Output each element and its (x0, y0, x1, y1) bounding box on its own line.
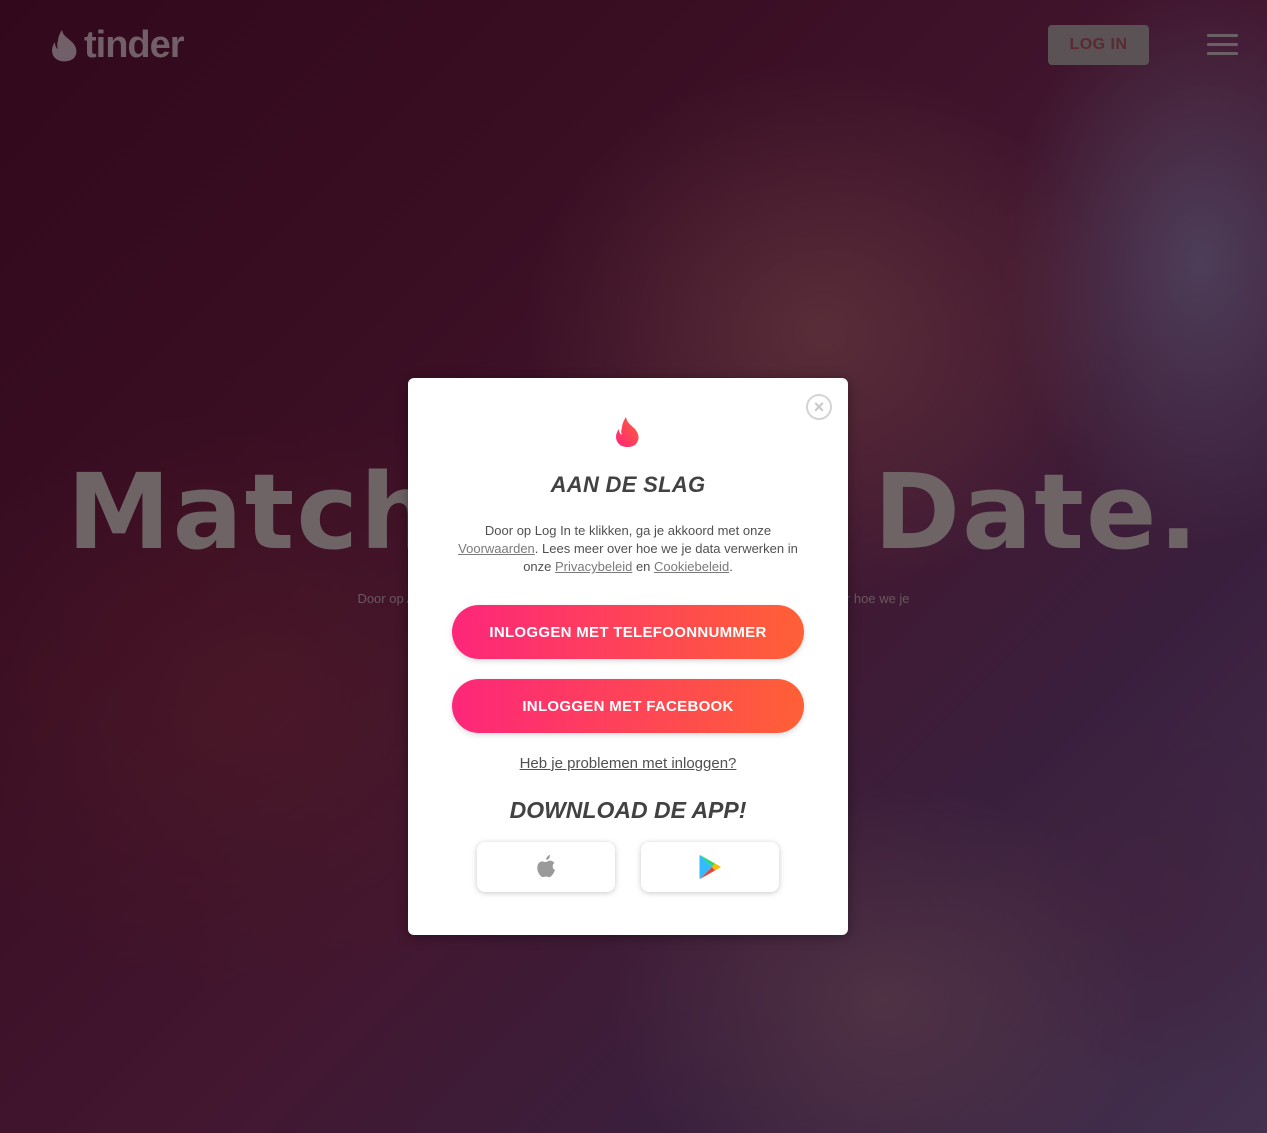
hamburger-menu-icon[interactable] (1207, 34, 1238, 56)
tinder-flame-icon (616, 417, 639, 447)
terms-link[interactable]: Voorwaarden (458, 541, 535, 556)
login-button[interactable]: LOG IN (1048, 25, 1149, 65)
privacy-link[interactable]: Privacybeleid (555, 559, 632, 574)
tinder-logo[interactable]: tinder (48, 24, 185, 66)
cookie-link[interactable]: Cookiebeleid (654, 559, 729, 574)
modal-title: AAN DE SLAG (550, 472, 706, 497)
logo-wordmark: tinder (84, 24, 185, 66)
login-modal: × AAN DE SLAG Door op Log In te klikken,… (408, 378, 848, 935)
terms-text-part: . (729, 559, 733, 574)
login-trouble-link[interactable]: Heb je problemen met inloggen? (408, 755, 848, 772)
google-play-button[interactable] (641, 842, 779, 892)
flame-icon (52, 30, 77, 62)
login-facebook-button[interactable]: INLOGGEN MET FACEBOOK (452, 679, 804, 733)
terms-text-part: en (632, 559, 655, 574)
download-app-title: DOWNLOAD DE APP! (509, 797, 747, 823)
close-icon[interactable]: × (806, 394, 832, 420)
terms-text: Door op Log In te klikken, ga je akkoord… (444, 522, 812, 576)
apple-icon (537, 855, 555, 878)
terms-text-part: Door op Log In te klikken, ga je akkoord… (484, 523, 772, 538)
app-store-button[interactable] (477, 842, 615, 892)
login-phone-button[interactable]: INLOGGEN MET TELEFOONNUMMER (452, 605, 804, 659)
google-play-icon (699, 855, 721, 879)
